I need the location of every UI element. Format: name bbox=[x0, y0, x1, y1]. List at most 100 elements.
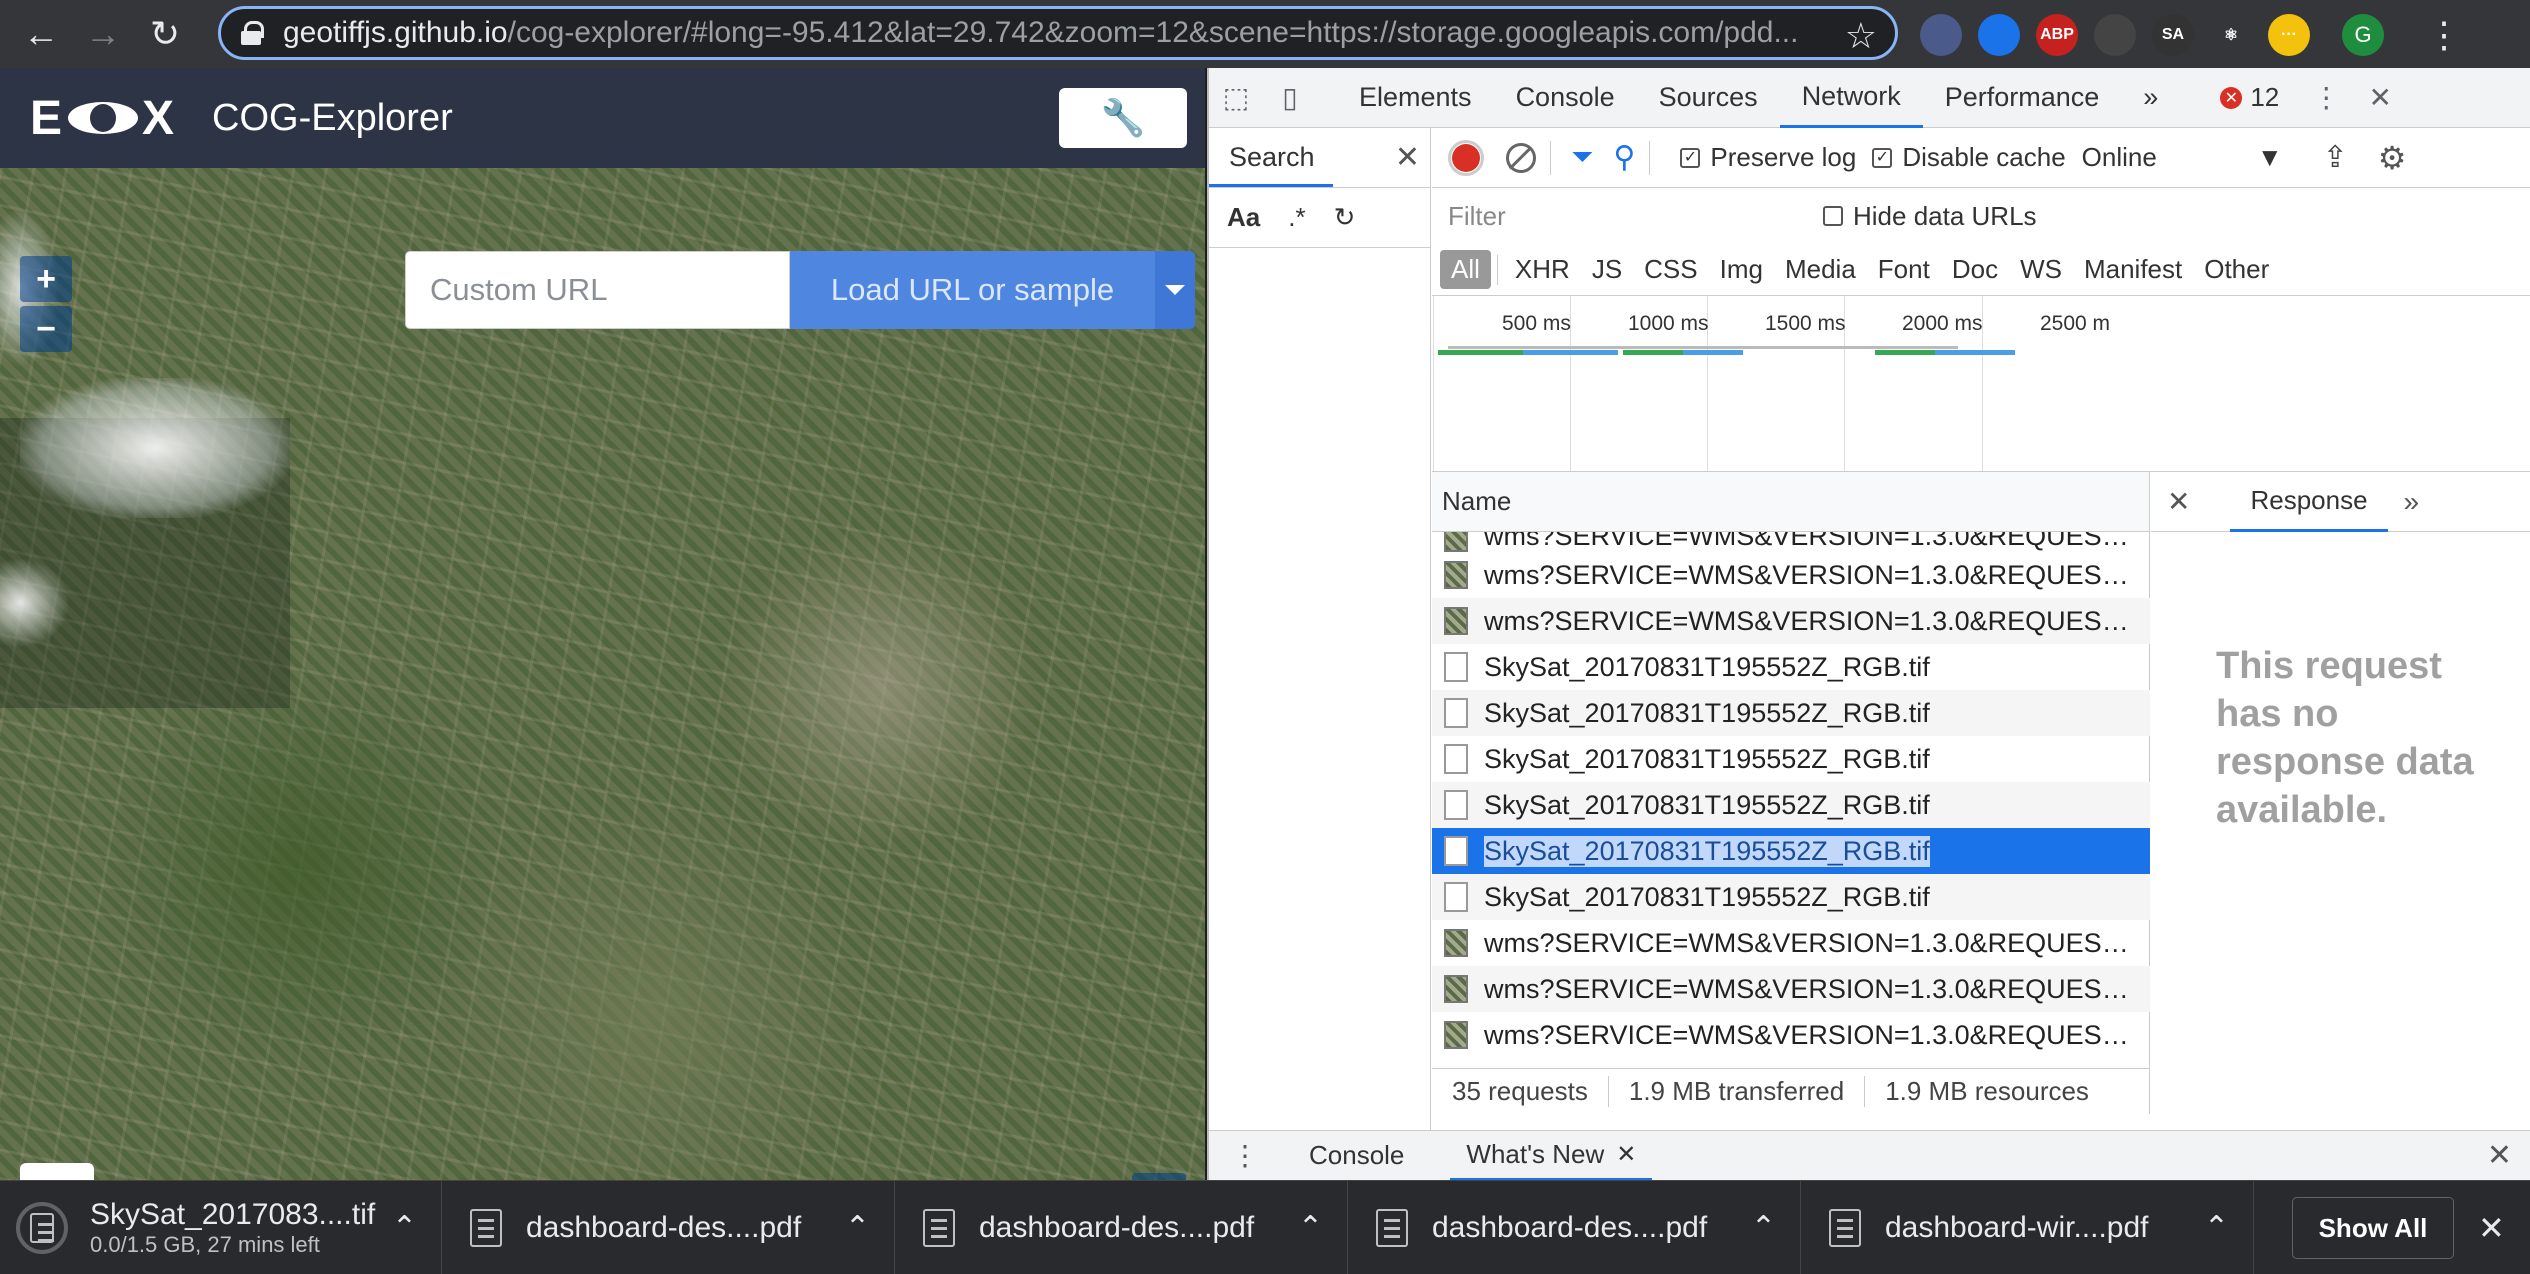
request-row[interactable]: wms?SERVICE=WMS&VERSION=1.3.0&REQUEST=..… bbox=[1432, 532, 2150, 552]
search-icon[interactable]: ⚲ bbox=[1613, 140, 1635, 175]
chevron-up-icon[interactable]: ⌃ bbox=[1751, 1210, 1776, 1245]
devtools-close-icon[interactable]: ✕ bbox=[2353, 68, 2407, 128]
tab-console[interactable]: Console bbox=[1494, 68, 1637, 128]
dashboard-ext-icon[interactable] bbox=[2094, 14, 2136, 56]
hide-data-urls-checkbox[interactable] bbox=[1823, 206, 1843, 226]
close-tab-icon[interactable]: ✕ bbox=[1616, 1140, 1636, 1169]
more-detail-tabs-icon[interactable]: » bbox=[2404, 486, 2420, 518]
tab-sources[interactable]: Sources bbox=[1637, 68, 1780, 128]
react-icon[interactable]: ⚛ bbox=[2210, 14, 2252, 56]
chevron-up-icon[interactable]: ⌃ bbox=[845, 1210, 870, 1245]
inspect-element-icon[interactable]: ⬚ bbox=[1209, 68, 1263, 128]
drawer-tab-whats-new[interactable]: What's New ✕ bbox=[1450, 1131, 1653, 1181]
load-dropdown-toggle[interactable] bbox=[1155, 251, 1195, 329]
type-filter-all[interactable]: All bbox=[1440, 250, 1491, 289]
type-filter-font[interactable]: Font bbox=[1867, 250, 1941, 289]
request-row[interactable]: SkySat_20170831T195552Z_RGB.tif bbox=[1432, 828, 2150, 874]
name-column-header[interactable]: Name bbox=[1432, 472, 2149, 532]
compass-icon[interactable] bbox=[1978, 14, 2020, 56]
adblock-icon[interactable]: ABP bbox=[2036, 14, 2078, 56]
drawer-tab-label: What's New bbox=[1466, 1138, 1605, 1169]
filter-icon[interactable]: ⏷ bbox=[1571, 141, 1593, 174]
image-file-icon bbox=[1444, 975, 1468, 1003]
clear-icon[interactable] bbox=[1506, 142, 1536, 173]
custom-url-input[interactable] bbox=[405, 251, 790, 329]
ext-circle-icon[interactable] bbox=[1920, 14, 1962, 56]
preserve-log-checkbox[interactable]: ✓ bbox=[1680, 147, 1701, 168]
request-row[interactable]: wms?SERVICE=WMS&VERSION=1.3.0&REQUEST=..… bbox=[1432, 966, 2150, 1012]
import-har-icon[interactable]: ⇪ bbox=[2323, 140, 2348, 175]
request-row[interactable]: SkySat_20170831T195552Z_RGB.tif bbox=[1432, 874, 2150, 920]
drawer-menu-icon[interactable]: ⋮ bbox=[1227, 1139, 1263, 1172]
download-item[interactable]: dashboard-des....pdf ⌃ bbox=[1348, 1180, 1801, 1274]
request-row[interactable]: wms?SERVICE=WMS&VERSION=1.3.0&REQUEST=..… bbox=[1432, 920, 2150, 966]
close-details-icon[interactable]: ✕ bbox=[2167, 485, 2190, 518]
reload-icon[interactable]: ↻ bbox=[140, 9, 190, 59]
error-badge[interactable]: ✕ 12 bbox=[2220, 82, 2279, 113]
tab-network[interactable]: Network bbox=[1779, 68, 1923, 128]
forward-icon[interactable]: → bbox=[78, 9, 128, 59]
network-overview-timeline[interactable]: 500 ms 1000 ms 1500 ms 2000 ms 2500 m bbox=[1432, 296, 2530, 472]
show-all-button[interactable]: Show All bbox=[2292, 1197, 2454, 1259]
filter-input[interactable] bbox=[1440, 196, 1795, 236]
regex-button[interactable]: .* bbox=[1288, 202, 1305, 233]
request-row[interactable]: wms?SERVICE=WMS&VERSION=1.3.0&REQUEST=..… bbox=[1432, 552, 2150, 598]
sa-icon[interactable]: SA bbox=[2152, 14, 2194, 56]
request-row[interactable]: SkySat_20170831T195552Z_RGB.tif bbox=[1432, 782, 2150, 828]
tab-elements[interactable]: Elements bbox=[1337, 68, 1494, 128]
type-filter-manifest[interactable]: Manifest bbox=[2073, 250, 2193, 289]
request-row[interactable]: wms?SERVICE=WMS&VERSION=1.3.0&REQUEST=..… bbox=[1432, 598, 2150, 644]
match-case-button[interactable]: Aa bbox=[1227, 202, 1260, 233]
settings-wrench-button[interactable]: 🔧 bbox=[1059, 88, 1187, 148]
ext-chat-icon[interactable]: ··· bbox=[2268, 14, 2310, 56]
request-row[interactable]: wms?SERVICE=WMS&VERSION=1.3.0&REQUEST=..… bbox=[1432, 1012, 2150, 1058]
avatar[interactable]: G bbox=[2342, 14, 2384, 56]
tab-performance[interactable]: Performance bbox=[1923, 68, 2122, 128]
back-icon[interactable]: ← bbox=[16, 9, 66, 59]
tab-response[interactable]: Response bbox=[2230, 472, 2388, 532]
download-item[interactable]: dashboard-des....pdf ⌃ bbox=[442, 1180, 895, 1274]
drawer-tab-console[interactable]: Console bbox=[1293, 1131, 1420, 1181]
device-toolbar-icon[interactable]: ▯ bbox=[1263, 68, 1317, 128]
record-button[interactable] bbox=[1448, 139, 1484, 176]
type-filter-js[interactable]: JS bbox=[1581, 250, 1633, 289]
type-filter-doc[interactable]: Doc bbox=[1941, 250, 2009, 289]
browser-menu-icon[interactable]: ⋮ bbox=[2426, 14, 2462, 56]
type-filter-ws[interactable]: WS bbox=[2009, 250, 2073, 289]
info-button[interactable]: i bbox=[1132, 1173, 1186, 1180]
request-row[interactable]: SkySat_20170831T195552Z_RGB.tif bbox=[1432, 736, 2150, 782]
devtools-menu-icon[interactable]: ⋮ bbox=[2299, 68, 2353, 128]
search-tab[interactable]: Search ✕ bbox=[1209, 128, 1430, 188]
chevron-up-icon[interactable]: ⌃ bbox=[1298, 1210, 1323, 1245]
download-item[interactable]: SkySat_2017083....tif 0.0/1.5 GB, 27 mins… bbox=[0, 1180, 442, 1274]
chevron-up-icon[interactable]: ⌃ bbox=[392, 1210, 417, 1245]
download-item[interactable]: dashboard-wir....pdf ⌃ bbox=[1801, 1180, 2254, 1274]
image-file-icon bbox=[1444, 607, 1468, 635]
address-bar[interactable]: geotiffjs.github.io/cog-explorer/#long=-… bbox=[218, 6, 1898, 60]
type-filter-img[interactable]: Img bbox=[1709, 250, 1774, 289]
close-shelf-icon[interactable]: ✕ bbox=[2478, 1209, 2505, 1247]
zoom-in-button[interactable]: + bbox=[20, 256, 72, 302]
gear-icon[interactable]: ⚙ bbox=[2378, 139, 2407, 177]
chevron-up-icon[interactable]: ⌃ bbox=[2204, 1210, 2229, 1245]
throttle-select[interactable]: Online ▼ bbox=[2082, 142, 2283, 173]
help-button[interactable]: ? bbox=[20, 1163, 94, 1180]
close-search-icon[interactable]: ✕ bbox=[1395, 140, 1420, 175]
type-filter-css[interactable]: CSS bbox=[1633, 250, 1708, 289]
refresh-icon[interactable]: ↻ bbox=[1334, 202, 1356, 233]
load-url-button[interactable]: Load URL or sample bbox=[790, 251, 1155, 329]
hide-data-urls[interactable]: Hide data URLs bbox=[1823, 201, 2037, 232]
close-drawer-icon[interactable]: ✕ bbox=[2487, 1138, 2512, 1173]
download-item[interactable]: dashboard-des....pdf ⌃ bbox=[895, 1180, 1348, 1274]
transferred-size: 1.9 MB transferred bbox=[1609, 1076, 1866, 1107]
type-filter-xhr[interactable]: XHR bbox=[1504, 250, 1581, 289]
request-row[interactable]: SkySat_20170831T195552Z_RGB.tif bbox=[1432, 644, 2150, 690]
bookmark-star-icon[interactable]: ☆ bbox=[1845, 15, 1877, 57]
type-filter-media[interactable]: Media bbox=[1774, 250, 1867, 289]
request-row[interactable]: SkySat_20170831T195552Z_RGB.tif bbox=[1432, 690, 2150, 736]
zoom-out-button[interactable]: − bbox=[20, 306, 72, 352]
more-tabs-button[interactable]: » bbox=[2121, 68, 2180, 128]
disable-cache-checkbox[interactable]: ✓ bbox=[1872, 147, 1893, 168]
network-summary-bar: 35 requests 1.9 MB transferred 1.9 MB re… bbox=[1432, 1068, 2150, 1114]
type-filter-other[interactable]: Other bbox=[2193, 250, 2280, 289]
